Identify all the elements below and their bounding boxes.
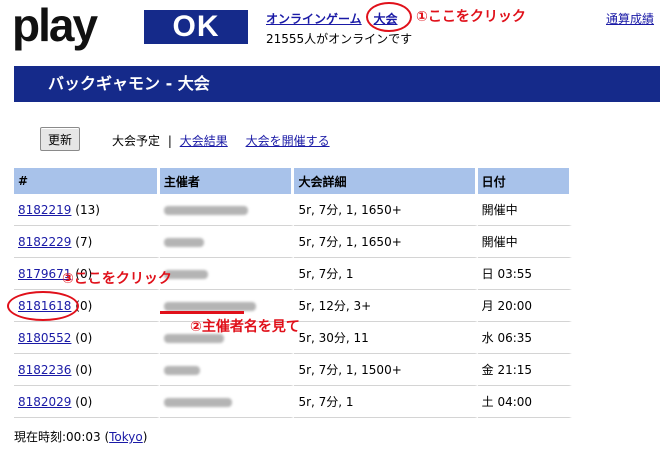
column-header-id: # [14, 168, 160, 194]
online-count-text: 21555人がオンラインです [266, 32, 413, 46]
column-header-date: 日付 [477, 168, 572, 194]
date-cell: 開催中 [477, 226, 572, 258]
table-header-row: # 主催者 大会詳細 日付 [14, 168, 572, 194]
annotation-underline-host [160, 311, 244, 314]
player-count: (7) [75, 234, 93, 249]
player-count: (0) [75, 362, 93, 377]
annotation-step1: ①ここをクリック [416, 9, 526, 25]
host-name-blurred[interactable] [163, 237, 204, 247]
tournament-id-cell: 8182029 (0) [14, 386, 160, 418]
current-time-suffix: ) [142, 430, 148, 444]
page-title: バックギャモン - 大会 [48, 74, 210, 93]
details-cell: 5r, 7分, 1 [294, 258, 478, 290]
tournament-id-link[interactable]: 8182219 [18, 203, 71, 217]
host-cell [159, 194, 295, 226]
annotation-step3: ③ここをクリック [62, 271, 172, 287]
details-cell: 5r, 7分, 1 [294, 386, 478, 418]
annotation-step2: ②主催者名を見て [190, 319, 300, 335]
scheduled-label: 大会予定 [112, 134, 161, 148]
current-time: 現在時刻:00:03 (Tokyo) [14, 428, 147, 445]
host-name-blurred[interactable] [163, 301, 256, 311]
date-cell: 水 06:35 [477, 322, 572, 354]
details-cell: 5r, 30分, 11 [294, 322, 478, 354]
table-row[interactable]: 8182236 (0) 5r, 7分, 1, 1500+ 金 21:15 [14, 354, 572, 386]
host-name-blurred[interactable] [163, 365, 200, 375]
player-count: (0) [75, 394, 93, 409]
table-row[interactable]: 8182029 (0) 5r, 7分, 1 土 04:00 [14, 386, 572, 418]
table-row[interactable]: 8182219 (13) 5r, 7分, 1, 1650+ 開催中 [14, 194, 572, 226]
details-cell: 5r, 12分, 3+ [294, 290, 478, 322]
table-row[interactable]: 8182229 (7) 5r, 7分, 1, 1650+ 開催中 [14, 226, 572, 258]
date-cell: 日 03:55 [477, 258, 572, 290]
date-cell: 月 20:00 [477, 290, 572, 322]
tournament-id-cell: 8180552 (0) [14, 322, 160, 354]
host-cell [159, 386, 295, 418]
host-cell [159, 258, 295, 290]
host-cell [159, 226, 295, 258]
subnav-separator: | [167, 134, 172, 148]
tournament-id-cell: 8182236 (0) [14, 354, 160, 386]
current-time-label: 現在時刻:00:03 ( [14, 430, 110, 444]
host-name-blurred[interactable] [163, 205, 248, 215]
playok-logo[interactable]: play OK [12, 0, 248, 50]
online-games-link[interactable]: オンラインゲーム [266, 12, 362, 26]
host-name-blurred[interactable] [163, 397, 232, 407]
date-cell: 金 21:15 [477, 354, 572, 386]
details-cell: 5r, 7分, 1, 1650+ [294, 194, 478, 226]
tournament-id-link[interactable]: 8182229 [18, 235, 71, 249]
date-cell: 開催中 [477, 194, 572, 226]
rating-link[interactable]: 通算成績 [606, 10, 654, 27]
tournament-id-link[interactable]: 8180552 [18, 331, 71, 345]
timezone-link[interactable]: Tokyo [109, 430, 143, 444]
page-title-bar: バックギャモン - 大会 [14, 66, 660, 102]
tournament-id-cell: 8182229 (7) [14, 226, 160, 258]
player-count: (13) [75, 202, 100, 217]
logo-play-text: play [12, 0, 98, 51]
tournament-id-link[interactable]: 8182029 [18, 395, 71, 409]
details-cell: 5r, 7分, 1, 1500+ [294, 354, 478, 386]
tournament-subnav: 大会予定 | 大会結果 大会を開催する [112, 132, 330, 149]
tournament-id-link[interactable]: 8182236 [18, 363, 71, 377]
annotation-circle-tournaments [366, 2, 412, 32]
date-cell: 土 04:00 [477, 386, 572, 418]
details-cell: 5r, 7分, 1, 1650+ [294, 226, 478, 258]
results-link[interactable]: 大会結果 [180, 134, 228, 148]
player-count: (0) [75, 330, 93, 345]
tournament-id-cell: 8182219 (13) [14, 194, 160, 226]
refresh-button[interactable]: 更新 [40, 127, 80, 151]
annotation-circle-tournament-id [7, 291, 79, 321]
column-header-host: 主催者 [159, 168, 295, 194]
host-cell [159, 354, 295, 386]
column-header-details: 大会詳細 [294, 168, 478, 194]
host-tournament-link[interactable]: 大会を開催する [246, 134, 330, 148]
tournament-table: # 主催者 大会詳細 日付 8182219 (13) 5r, 7分, 1, 16… [14, 168, 572, 418]
logo-ok-badge: OK [144, 10, 248, 44]
